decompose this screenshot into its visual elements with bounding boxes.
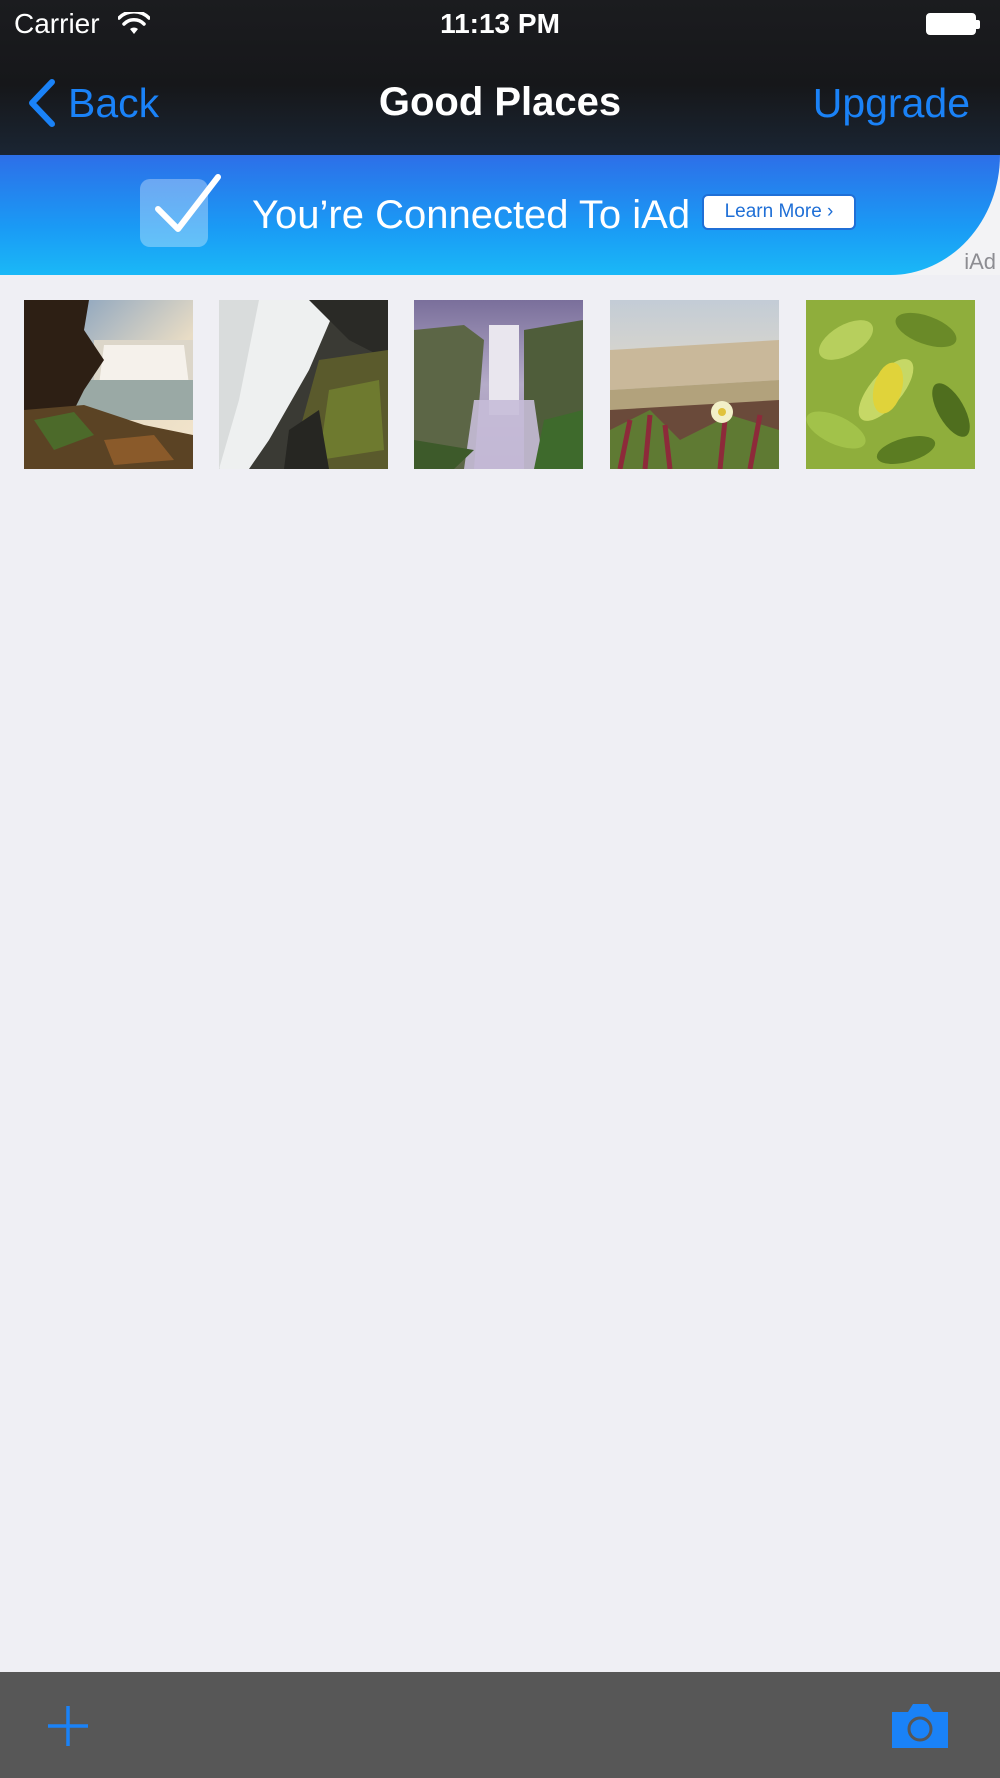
beach-flower-image — [610, 300, 779, 469]
iad-badge: iAd — [964, 249, 996, 274]
top-bar: Carrier 11:13 PM Back Good Places Upgrad… — [0, 0, 1000, 155]
photo-thumbnail-waterfall-cliff[interactable] — [24, 300, 193, 469]
battery-icon — [926, 13, 980, 37]
photo-thumbnail-waterfall-closeup[interactable] — [219, 300, 388, 469]
waterfall-cliff-image — [24, 300, 193, 469]
camera-icon[interactable] — [888, 1700, 952, 1752]
iad-message: You’re Connected To iAd — [252, 193, 691, 237]
status-time: 11:13 PM — [440, 8, 560, 39]
iad-banner[interactable]: You’re Connected To iAd Learn More › iAd — [0, 155, 1000, 275]
waterfall-closeup-image — [219, 300, 388, 469]
learn-more-button[interactable]: Learn More › — [702, 194, 856, 230]
photo-thumbnail-beach-flower[interactable] — [610, 300, 779, 469]
upgrade-button[interactable]: Upgrade — [813, 80, 970, 127]
status-bar: Carrier 11:13 PM — [0, 0, 1000, 52]
checkmark-icon — [155, 174, 221, 232]
plus-icon[interactable] — [42, 1700, 94, 1752]
photo-thumbnail-waterfall-mist[interactable] — [414, 300, 583, 469]
green-leaves-image — [806, 300, 975, 469]
bottom-toolbar — [0, 1672, 1000, 1778]
navigation-bar: Back Good Places Upgrade — [0, 52, 1000, 155]
waterfall-mist-image — [414, 300, 583, 469]
photo-thumbnail-green-leaves[interactable] — [806, 300, 975, 469]
